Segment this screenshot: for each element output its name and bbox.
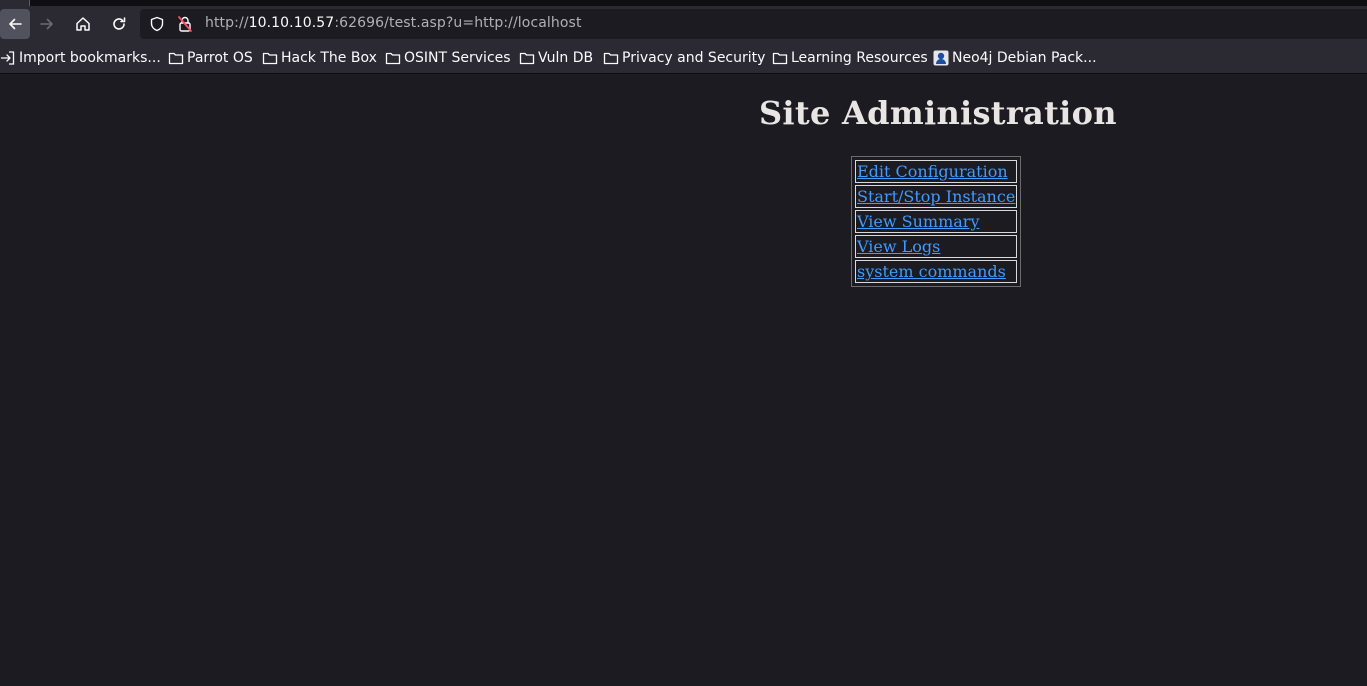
folder-icon — [772, 52, 788, 65]
bookmark-label: Import bookmarks... — [19, 50, 161, 66]
table-cell: View Logs — [855, 235, 1018, 258]
folder-icon — [519, 52, 535, 65]
table-row: Edit Configuration — [855, 160, 1018, 183]
table-row: Start/Stop Instance — [855, 185, 1018, 208]
address-bar[interactable]: http://10.10.10.57:62696/test.asp?u=http… — [140, 9, 1367, 39]
bookmark-folder-osint-services[interactable]: OSINT Services — [385, 49, 511, 67]
arrow-right-icon — [40, 18, 53, 30]
bookmark-folder-parrot-os[interactable]: Parrot OS — [168, 49, 253, 67]
folder-icon — [168, 52, 184, 65]
view-logs-link[interactable]: View Logs — [857, 237, 940, 256]
bookmark-folder-privacy-and-security[interactable]: Privacy and Security — [603, 49, 765, 67]
folder-icon — [603, 52, 619, 65]
bookmark-label: Privacy and Security — [622, 50, 766, 66]
bookmark-folder-hack-the-box[interactable]: Hack The Box — [262, 49, 377, 67]
edit-configuration-link[interactable]: Edit Configuration — [857, 162, 1008, 181]
home-icon — [76, 17, 90, 31]
system-commands-link[interactable]: system commands — [857, 262, 1006, 281]
neo4j-icon — [933, 50, 949, 66]
admin-menu-table: Edit Configuration Start/Stop Instance V… — [851, 156, 1022, 287]
table-cell: system commands — [855, 260, 1018, 283]
bookmark-label: Neo4j Debian Pack... — [952, 50, 1097, 66]
shield-icon[interactable] — [149, 16, 165, 32]
arrow-left-icon — [9, 18, 22, 30]
view-summary-link[interactable]: View Summary — [857, 212, 979, 231]
reload-icon — [113, 17, 126, 30]
table-row: system commands — [855, 260, 1018, 283]
insecure-lock-icon[interactable] — [177, 15, 193, 33]
table-row: View Summary — [855, 210, 1018, 233]
table-cell: Edit Configuration — [855, 160, 1018, 183]
forward-button[interactable] — [32, 9, 62, 39]
url-host: 10.10.10.57 — [248, 15, 335, 31]
folder-icon — [262, 52, 278, 65]
folder-icon — [385, 52, 401, 65]
bookmark-neo4j-debian-pack[interactable]: Neo4j Debian Pack... — [933, 49, 1097, 67]
bookmark-label: Vuln DB — [538, 50, 594, 66]
table-cell: Start/Stop Instance — [855, 185, 1018, 208]
bookmark-label: Parrot OS — [187, 50, 253, 66]
back-button[interactable] — [0, 9, 30, 39]
reload-button[interactable] — [104, 9, 134, 39]
page-title: Site Administration — [759, 94, 1117, 132]
table-row: View Logs — [855, 235, 1018, 258]
bookmark-folder-learning-resources[interactable]: Learning Resources — [772, 49, 928, 67]
start-stop-instance-link[interactable]: Start/Stop Instance — [857, 187, 1015, 206]
url-scheme: http:// — [205, 15, 249, 31]
navigation-toolbar: http://10.10.10.57:62696/test.asp?u=http… — [0, 6, 1367, 42]
bookmarks-toolbar: Import bookmarks... Parrot OS Hack The B… — [0, 42, 1367, 74]
table-cell: View Summary — [855, 210, 1018, 233]
bookmark-import[interactable]: Import bookmarks... — [0, 49, 161, 67]
home-button[interactable] — [68, 9, 98, 39]
url-path: :62696/test.asp?u=http://localhost — [334, 15, 582, 31]
page-content: Site Administration Edit Configuration S… — [0, 74, 1367, 686]
bookmark-label: Learning Resources — [791, 50, 928, 66]
url-text[interactable]: http://10.10.10.57:62696/test.asp?u=http… — [205, 15, 582, 31]
bookmark-folder-vuln-db[interactable]: Vuln DB — [519, 49, 593, 67]
import-icon — [0, 51, 15, 65]
bookmark-label: OSINT Services — [404, 50, 511, 66]
bookmark-label: Hack The Box — [281, 50, 377, 66]
